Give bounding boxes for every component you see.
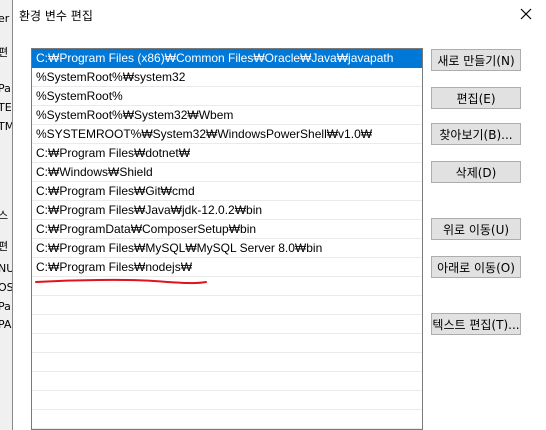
bg-text-fragment: 스: [0, 207, 8, 223]
browse-button[interactable]: 찾아보기(B)...: [431, 123, 521, 145]
move-down-button[interactable]: 아래로 이동(O): [431, 256, 521, 278]
red-underline-annotation: [35, 278, 207, 285]
path-list-item[interactable]: %SystemRoot%₩System32₩Wbem: [32, 106, 422, 125]
path-list-item[interactable]: %SystemRoot%: [32, 87, 422, 106]
bg-text-fragment: Pa: [0, 82, 11, 95]
empty-list-row[interactable]: [32, 372, 422, 391]
bg-text-fragment: TE: [0, 101, 12, 114]
path-list-item[interactable]: %SYSTEMROOT%₩System32₩WindowsPowerShell₩…: [32, 125, 422, 144]
path-list-item[interactable]: C:₩Program Files₩Java₩jdk-12.0.2₩bin: [32, 201, 422, 220]
delete-button[interactable]: 삭제(D): [431, 161, 521, 183]
bg-text-fragment: Pa: [0, 300, 11, 313]
screen: er 편 Pa TE TM 스 편 NU OS Pa PA 환경 변수 편집 C…: [0, 0, 546, 430]
empty-list-row[interactable]: [32, 410, 422, 429]
path-list-item[interactable]: C:₩Program Files₩MySQL₩MySQL Server 8.0₩…: [32, 239, 422, 258]
path-list-item[interactable]: C:₩Program Files₩nodejs₩: [32, 258, 422, 277]
path-list-item[interactable]: C:₩ProgramData₩ComposerSetup₩bin: [32, 220, 422, 239]
new-button[interactable]: 새로 만들기(N): [431, 49, 521, 71]
edit-button[interactable]: 편집(E): [431, 87, 521, 109]
path-list-item[interactable]: C:₩Program Files₩dotnet₩: [32, 144, 422, 163]
empty-list-row[interactable]: [32, 334, 422, 353]
dialog-title: 환경 변수 편집: [19, 9, 93, 23]
empty-list-row[interactable]: [32, 391, 422, 410]
close-button[interactable]: [515, 4, 537, 24]
empty-list-row[interactable]: [32, 353, 422, 372]
bg-text-fragment: PA: [0, 318, 12, 331]
move-up-button[interactable]: 위로 이동(U): [431, 218, 521, 240]
close-icon: [520, 8, 532, 20]
empty-list-row[interactable]: [32, 296, 422, 315]
bg-text-fragment: er: [0, 12, 10, 25]
path-list-item[interactable]: C:₩Program Files (x86)₩Common Files₩Orac…: [32, 49, 422, 68]
bg-text-fragment: 편: [0, 238, 8, 254]
edit-environment-variable-dialog: 환경 변수 편집 C:₩Program Files (x86)₩Common F…: [12, 0, 546, 430]
path-list-item[interactable]: %SystemRoot%₩system32: [32, 68, 422, 87]
path-list-item[interactable]: C:₩Program Files₩Git₩cmd: [32, 182, 422, 201]
path-list-item[interactable]: C:₩Windows₩Shield: [32, 163, 422, 182]
bg-text-fragment: 편: [0, 44, 8, 60]
empty-list-row[interactable]: [32, 315, 422, 334]
edit-text-button[interactable]: 텍스트 편집(T)...: [431, 313, 521, 335]
path-list[interactable]: C:₩Program Files (x86)₩Common Files₩Orac…: [31, 48, 423, 430]
